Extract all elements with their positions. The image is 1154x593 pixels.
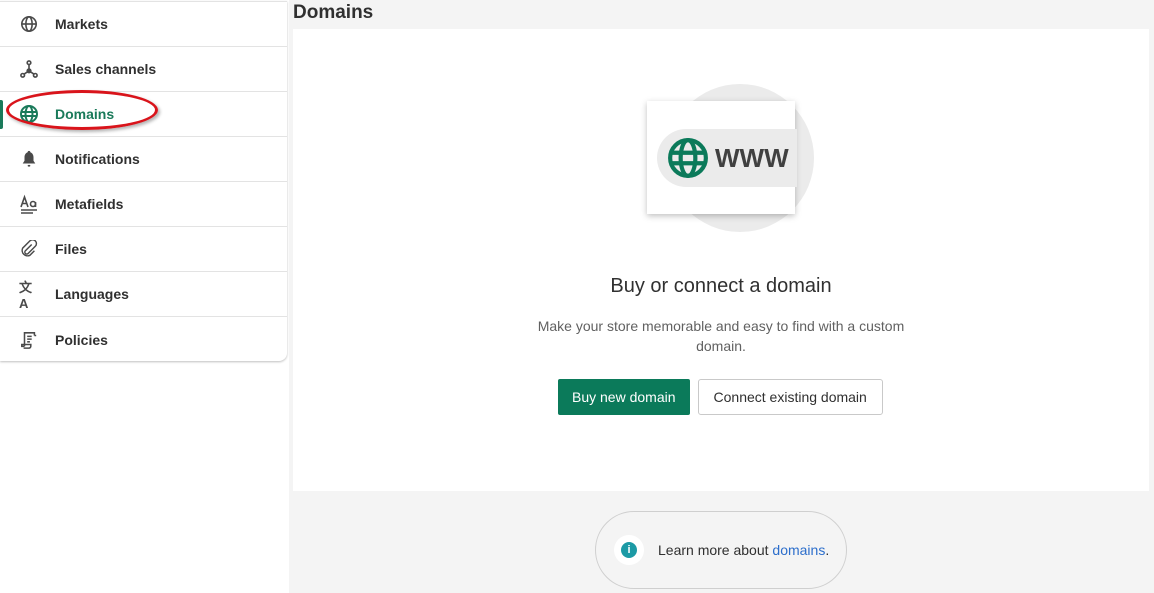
learn-more-suffix: . <box>825 542 830 558</box>
sidebar-item-domains[interactable]: Domains <box>0 92 287 137</box>
sidebar-item-label: Languages <box>55 286 129 302</box>
globe-icon <box>19 14 39 34</box>
sidebar-item-languages[interactable]: 文A Languages <box>0 272 287 317</box>
document-icon <box>19 330 39 350</box>
connect-existing-domain-button[interactable]: Connect existing domain <box>697 379 883 415</box>
empty-state-description: Make your store memorable and easy to fi… <box>537 318 905 354</box>
info-icon: i <box>614 535 644 565</box>
sidebar-item-notifications[interactable]: Notifications <box>0 137 287 182</box>
sidebar-item-label: Markets <box>55 16 108 32</box>
www-illustration: WWW <box>647 101 797 214</box>
sidebar-item-label: Sales channels <box>55 61 157 77</box>
globe-cursor-icon <box>19 104 39 124</box>
sidebar-item-label: Domains <box>55 106 115 122</box>
sidebar-item-files[interactable]: Files <box>0 227 287 272</box>
sidebar-item-policies[interactable]: Policies <box>0 317 287 362</box>
bell-icon <box>19 149 39 169</box>
learn-more-callout: i Learn more about domains. <box>595 511 847 589</box>
network-icon <box>19 59 39 79</box>
settings-sidebar: Markets Sales channels Domains Notificat… <box>0 1 287 361</box>
sidebar-item-label: Files <box>55 241 87 257</box>
sidebar-item-sales-channels[interactable]: Sales channels <box>0 47 287 92</box>
sidebar-item-label: Notifications <box>55 151 140 167</box>
globe-icon <box>668 138 708 178</box>
page-title: Domains <box>293 2 374 23</box>
empty-state-title: Buy or connect a domain <box>610 275 832 297</box>
text-format-icon <box>19 194 39 214</box>
main-content: Domains WWW Buy or connect a domain Make… <box>289 0 1154 593</box>
sidebar-item-label: Metafields <box>55 196 124 212</box>
www-text: WWW <box>715 142 789 173</box>
empty-state-card: WWW Buy or connect a domain Make your st… <box>293 29 1149 491</box>
sidebar-item-metafields[interactable]: Metafields <box>0 182 287 227</box>
buy-new-domain-button[interactable]: Buy new domain <box>558 379 690 415</box>
sidebar-item-markets[interactable]: Markets <box>0 2 287 47</box>
domains-help-link[interactable]: domains <box>772 542 825 558</box>
translate-icon: 文A <box>19 280 33 311</box>
learn-more-text: Learn more about <box>658 542 773 558</box>
sidebar-item-label: Policies <box>55 331 108 348</box>
paperclip-icon <box>19 239 39 259</box>
